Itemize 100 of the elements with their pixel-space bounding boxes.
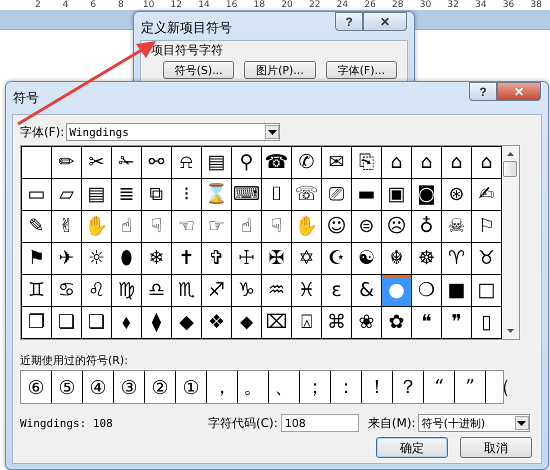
symbol-cell[interactable]: ⎘ — [352, 147, 382, 179]
dialog-button[interactable]: 字体(F)... — [326, 61, 397, 79]
font-dropdown[interactable]: Wingdings — [66, 123, 280, 141]
scroll-down-icon[interactable] — [506, 329, 514, 333]
symbol-cell[interactable]: ⌨ — [232, 179, 262, 211]
symbol-cell[interactable]: ⊜ — [352, 211, 382, 243]
symbol-cell[interactable]: ☜ — [172, 211, 202, 243]
symbol-cell[interactable]: ⬧ — [112, 307, 142, 339]
recent-symbol-cell[interactable]: ⑥ — [21, 371, 52, 403]
recent-symbol-cell[interactable]: ④ — [83, 371, 114, 403]
symbol-cell[interactable]: ✌ — [52, 211, 82, 243]
symbol-cell[interactable]: ♍ — [112, 275, 142, 307]
symbol-cell[interactable]: ⌘ — [322, 307, 352, 339]
symbol-cell[interactable]: ■ — [442, 275, 472, 307]
symbol-cell[interactable]: ⍓ — [292, 307, 322, 339]
symbol-cell[interactable]: ⌂ — [412, 147, 442, 179]
symbol-cell[interactable]: ❄ — [142, 243, 172, 275]
recent-symbol-cell[interactable]: ， — [207, 371, 238, 403]
symbol-cell[interactable]: ▱ — [52, 179, 82, 211]
symbol-cell[interactable]: ⌷ — [262, 179, 292, 211]
symbol-cell[interactable]: ☼ — [82, 243, 112, 275]
symbol-cell[interactable]: ε — [322, 275, 352, 307]
from-dropdown[interactable]: 符号(十进制) — [418, 414, 530, 432]
symbol-cell[interactable]: ▣ — [382, 179, 412, 211]
symbol-cell[interactable]: ❍ — [412, 275, 442, 307]
symbol-cell[interactable]: ☠ — [442, 211, 472, 243]
symbol-cell[interactable]: ▤ — [202, 147, 232, 179]
symbol-cell[interactable]: ⊛ — [442, 179, 472, 211]
symbol-cell[interactable]: ❐ — [22, 307, 52, 339]
symbol-cell[interactable]: ♈ — [442, 243, 472, 275]
symbol-cell[interactable]: ☺ — [322, 211, 352, 243]
symbol-cell[interactable]: ✏ — [52, 147, 82, 179]
dialog-button[interactable]: 符号(S)... — [163, 61, 234, 79]
symbol-cell[interactable]: ⎚ — [322, 179, 352, 211]
cancel-button[interactable]: 取消 — [460, 437, 532, 458]
symbol-cell[interactable]: ✁ — [112, 147, 142, 179]
symbol-cell[interactable]: ✞ — [202, 243, 232, 275]
symbol-cell[interactable]: ♋ — [52, 275, 82, 307]
symbol-cell[interactable]: ✎ — [22, 211, 52, 243]
symbol-cell[interactable]: ⧫ — [142, 307, 172, 339]
recent-symbol-cell[interactable]: ⑤ — [52, 371, 83, 403]
symbol-cell[interactable] — [22, 147, 52, 179]
symbol-cell[interactable]: ❖ — [202, 307, 232, 339]
recent-symbol-cell[interactable]: ； — [300, 371, 331, 403]
symbol-cell[interactable]: ♁ — [412, 211, 442, 243]
symbol-cell[interactable]: ♏ — [172, 275, 202, 307]
symbol-cell[interactable]: ☸ — [412, 243, 442, 275]
symbol-cell[interactable]: ☟ — [262, 211, 292, 243]
symbol-cell[interactable]: ⧉ — [142, 179, 172, 211]
symbol-cell[interactable]: ✝ — [172, 243, 202, 275]
symbol-cell[interactable]: ♑ — [232, 275, 262, 307]
symbol-cell[interactable]: ⌂ — [442, 147, 472, 179]
symbol-cell[interactable]: ⚲ — [232, 147, 262, 179]
symbol-cell[interactable]: ⚑ — [22, 243, 52, 275]
recent-symbol-cell[interactable]: ③ — [114, 371, 145, 403]
symbol-cell[interactable]: ☩ — [232, 243, 262, 275]
symbol-cell[interactable]: ✿ — [382, 307, 412, 339]
scroll-up-icon[interactable] — [506, 152, 514, 156]
symbol-cell[interactable]: ☟ — [142, 211, 172, 243]
symbol-cell[interactable]: ♌ — [82, 275, 112, 307]
symbol-cell[interactable]: ≣ — [112, 179, 142, 211]
symbol-cell[interactable]: ✡ — [292, 243, 322, 275]
symbol-cell[interactable]: ❏ — [52, 307, 82, 339]
ok-button[interactable]: 确定 — [376, 437, 448, 458]
symbol-cell[interactable]: ⌂ — [382, 147, 412, 179]
code-input[interactable]: 108 — [280, 414, 359, 432]
symbol-cell[interactable]: ⌧ — [262, 307, 292, 339]
symbol-cell[interactable]: ▭ — [22, 179, 52, 211]
symbol-cell[interactable]: ♎ — [142, 275, 172, 307]
recent-symbol-cell[interactable]: ： — [331, 371, 362, 403]
recent-symbol-cell[interactable]: 。 — [238, 371, 269, 403]
symbol-cell[interactable]: ☪ — [322, 243, 352, 275]
symbol-cell[interactable]: ☎ — [262, 147, 292, 179]
symbol-cell[interactable]: ♊ — [22, 275, 52, 307]
recent-symbol-cell[interactable]: ” — [455, 371, 486, 403]
scroll-thumb[interactable] — [503, 161, 517, 177]
symbol-cell[interactable]: ❑ — [82, 307, 112, 339]
symbol-cell[interactable]: ✂ — [82, 147, 112, 179]
recent-symbol-cell[interactable]: ！ — [362, 371, 393, 403]
symbol-cell[interactable]: ⚯ — [142, 147, 172, 179]
symbol-cell[interactable]: ▤ — [82, 179, 112, 211]
symbol-cell[interactable]: ♓ — [292, 275, 322, 307]
symbol-cell[interactable]: ⬥ — [232, 307, 262, 339]
recent-symbol-cell[interactable]: （ — [486, 371, 516, 403]
symbol-cell[interactable]: ☯ — [352, 243, 382, 275]
help-button[interactable]: ? — [469, 82, 497, 101]
symbol-cell[interactable]: ▬ — [352, 179, 382, 211]
recent-symbol-cell[interactable]: ② — [145, 371, 176, 403]
symbol-cell[interactable]: ✆ — [292, 147, 322, 179]
symbol-cell[interactable]: ✉ — [322, 147, 352, 179]
symbol-cell[interactable]: ❀ — [352, 307, 382, 339]
recent-symbol-cell[interactable]: “ — [424, 371, 455, 403]
symbol-cell[interactable]: ⬮ — [112, 243, 142, 275]
symbol-cell[interactable]: ☝ — [112, 211, 142, 243]
symbol-cell[interactable]: ♐ — [202, 275, 232, 307]
recent-symbol-cell[interactable]: ？ — [393, 371, 424, 403]
symbol-cell[interactable]: ⍾ — [172, 147, 202, 179]
symbol-cell[interactable]: ❝ — [412, 307, 442, 339]
symbol-cell[interactable]: ✈ — [52, 243, 82, 275]
symbol-cell[interactable]: ☞ — [202, 211, 232, 243]
